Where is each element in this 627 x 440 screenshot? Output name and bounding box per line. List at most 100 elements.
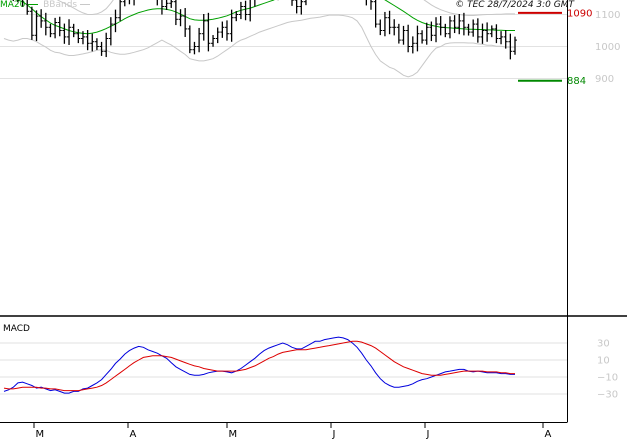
resistance-level-label: 1090 <box>567 8 592 19</box>
x-tick-label: J <box>332 429 336 440</box>
price-bar <box>415 25 420 52</box>
price-bar <box>211 35 216 47</box>
price-bar <box>396 23 401 44</box>
price-bar <box>99 41 104 56</box>
price-bar <box>291 0 295 6</box>
price-bar <box>457 13 462 35</box>
price-bar <box>461 12 466 36</box>
macd-title: MACD <box>3 324 30 334</box>
price-bar <box>62 23 67 44</box>
price-bar <box>248 0 251 22</box>
price-bar <box>373 0 378 28</box>
macd-y-tick-label: 10 <box>597 356 610 367</box>
price-bar <box>378 19 383 36</box>
price-bar <box>424 22 429 45</box>
price-bar <box>429 21 434 42</box>
price-bar <box>489 25 494 38</box>
bollinger-bands <box>3 0 515 78</box>
price-bar <box>192 41 197 55</box>
price-bar <box>133 0 135 6</box>
price-bar <box>161 0 164 15</box>
bollinger-upper-line <box>56 0 515 16</box>
price-bar <box>178 9 183 27</box>
macd-y-tick-label: −10 <box>597 373 618 384</box>
price-bar <box>513 36 517 55</box>
price-bar <box>392 19 397 36</box>
price-bar <box>243 0 248 21</box>
price-bar <box>224 20 229 41</box>
macd-lines <box>3 336 515 394</box>
price-bar <box>29 6 34 40</box>
x-tick-label: J <box>426 429 430 440</box>
price-bar <box>201 13 206 41</box>
price-bar <box>220 21 225 38</box>
price-bar <box>503 29 508 49</box>
price-bar <box>71 23 76 38</box>
price-bar <box>156 0 158 6</box>
ma20-line <box>16 0 515 35</box>
price-bar <box>410 36 415 54</box>
price-bar <box>169 0 174 8</box>
x-tick-label: M <box>229 429 238 440</box>
signal-line <box>3 340 515 392</box>
price-bar <box>401 25 406 45</box>
price-bar <box>128 0 131 5</box>
price-bar <box>187 25 192 54</box>
price-bar <box>215 27 220 44</box>
price-y-axis: 9001000110012001300140015001600 <box>595 10 620 85</box>
chart-canvas: 1090884 9001000110012001300140015001600 … <box>0 0 627 440</box>
ma20-line-group <box>16 0 515 35</box>
price-bar <box>67 19 72 45</box>
price-bar <box>365 0 367 6</box>
price-bar <box>480 23 485 44</box>
price-bar <box>406 24 411 53</box>
price-bar <box>122 0 126 7</box>
price-bar <box>370 0 373 10</box>
price-bar <box>485 22 490 42</box>
price-bar <box>48 23 53 38</box>
price-bar <box>94 38 99 50</box>
macd-grid <box>0 342 567 395</box>
price-bar <box>53 17 58 39</box>
x-tick-label: A <box>545 429 552 440</box>
price-bar <box>164 0 169 10</box>
price-bar <box>206 12 211 52</box>
price-bar <box>447 16 452 39</box>
price-bar <box>90 33 95 52</box>
price-levels: 1090 884 <box>518 8 592 87</box>
price-bar <box>452 15 457 34</box>
price-bar <box>303 0 307 6</box>
x-tick-label: A <box>130 429 137 440</box>
x-tick-label: M <box>36 429 45 440</box>
macd-y-tick-label: 30 <box>597 339 610 350</box>
price-bar <box>434 17 439 43</box>
price-bar <box>499 31 504 45</box>
price-bar <box>108 17 113 46</box>
price-bar <box>104 32 109 58</box>
macd-y-tick-label: −30 <box>597 390 618 401</box>
price-bar <box>118 0 123 22</box>
price-bar <box>76 29 81 44</box>
price-bar <box>438 16 443 36</box>
price-bar <box>12 0 14 2</box>
price-y-tick-label: 900 <box>595 74 614 85</box>
macd-line <box>3 336 515 394</box>
price-bar <box>443 23 448 38</box>
price-y-tick-label: 1000 <box>595 42 620 53</box>
price-bar <box>471 19 476 37</box>
price-bar <box>39 9 44 28</box>
macd-y-axis: 30 10 −10 −30 <box>597 339 618 401</box>
price-bar <box>197 27 202 53</box>
price-bar <box>382 11 387 37</box>
price-bar <box>299 0 304 15</box>
price-bar <box>420 30 425 44</box>
chart-frame <box>0 0 627 423</box>
price-y-tick-label: 1100 <box>595 10 620 21</box>
price-bar <box>475 18 480 43</box>
price-bar <box>26 0 30 15</box>
price-bar <box>294 0 299 14</box>
price-bar <box>494 24 499 44</box>
price-bar <box>183 8 188 37</box>
support-level-label: 884 <box>567 76 586 87</box>
price-bar <box>43 12 48 36</box>
